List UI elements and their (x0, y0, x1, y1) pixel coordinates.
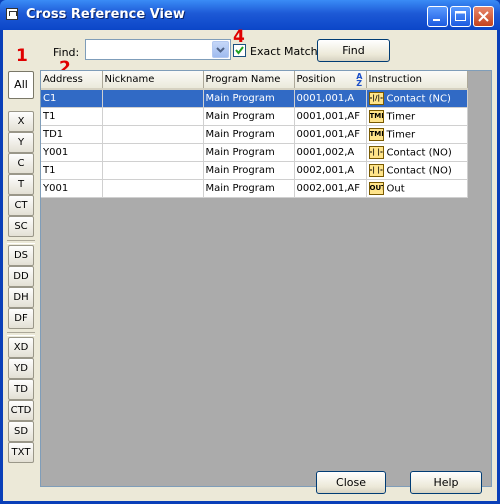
dialog-body: 1 2 3 4 Find: Exact Match Find All X Y C… (3, 27, 497, 501)
nickname-cell (102, 161, 204, 180)
sidebar-divider (7, 332, 35, 336)
title-bar[interactable]: Cross Reference View (0, 0, 500, 30)
find-label: Find: (53, 46, 80, 59)
table-row[interactable]: Y001 Main Program0002,001,AFOUTOut (41, 179, 468, 198)
address-cell: Y001 (41, 143, 103, 162)
maximize-icon (455, 11, 466, 21)
instruction-label: Contact (NO) (386, 147, 452, 159)
position-cell: 0001,001,AF (294, 125, 367, 144)
checkmark-icon (235, 46, 244, 55)
results-table: Address Nickname Program Name Position A… (41, 71, 468, 198)
instruction-cell: -|/|- Contact (NC) (366, 89, 468, 108)
exact-match-label[interactable]: Exact Match (250, 45, 318, 58)
program-name-cell: Main Program (203, 179, 295, 198)
minimize-icon (433, 19, 440, 21)
close-window-button[interactable] (473, 6, 494, 27)
column-header-address[interactable]: Address (41, 71, 103, 90)
program-name-cell: Main Program (203, 89, 295, 108)
column-header-nickname[interactable]: Nickname (102, 71, 204, 90)
address-cell: Y001 (41, 179, 103, 198)
sort-az-icon: AZ (356, 72, 363, 88)
table-row[interactable]: C1 Main Program 0001,001,A -|/|- Contact (NC… (41, 89, 468, 108)
address-cell: C1 (41, 89, 103, 108)
timer-icon: TMR (368, 128, 384, 141)
address-cell: TD1 (41, 125, 103, 144)
timer-icon: TMR (368, 110, 384, 123)
table-row[interactable]: T1 Main Program0001,001,AFTMRTimer (41, 107, 468, 126)
address-cell: T1 (41, 107, 103, 126)
nickname-cell (102, 179, 204, 198)
find-input[interactable] (85, 39, 231, 60)
filter-dd-button[interactable]: DD (8, 266, 34, 287)
contact-nc-icon: -|/|- (368, 92, 384, 105)
filter-df-button[interactable]: DF (8, 308, 34, 329)
filter-sc-button[interactable]: SC (8, 216, 34, 237)
position-cell: 0002,001,A (294, 161, 367, 180)
filter-all-button[interactable]: All (8, 71, 34, 99)
filter-y-button[interactable]: Y (8, 132, 34, 153)
table-row[interactable]: T1 Main Program 0002,001,A -| |- Contact (NO… (41, 161, 468, 180)
table-row[interactable]: Y001 Main Program 0001,002,A -| |- Contact (… (41, 143, 468, 162)
nickname-cell (102, 125, 204, 144)
instruction-label: Timer (386, 129, 416, 141)
close-icon (478, 11, 489, 22)
nickname-cell (102, 89, 204, 108)
filter-x-button[interactable]: X (8, 111, 34, 132)
instruction-label: Out (386, 183, 405, 195)
sidebar-divider (7, 240, 35, 244)
filter-ds-button[interactable]: DS (8, 245, 34, 266)
filter-yd-button[interactable]: YD (8, 358, 34, 379)
window-icon (6, 8, 18, 20)
exact-match-checkbox[interactable] (233, 44, 246, 57)
table-header-row: Address Nickname Program Name Position A… (41, 71, 468, 90)
cross-reference-window: Cross Reference View 1 2 3 4 Find: Exact… (0, 0, 500, 504)
instruction-label: Timer (386, 111, 416, 123)
out-icon: OUT (368, 182, 384, 195)
find-dropdown-button[interactable] (212, 41, 229, 58)
instruction-cell: OUTOut (366, 179, 468, 198)
filter-xd-button[interactable]: XD (8, 337, 34, 358)
position-cell: 0001,002,A (294, 143, 367, 162)
help-button[interactable]: Help (410, 471, 482, 494)
maximize-button[interactable] (450, 6, 471, 27)
filter-ct-button[interactable]: CT (8, 195, 34, 216)
find-button[interactable]: Find (317, 39, 390, 62)
position-cell: 0001,001,A (294, 89, 367, 108)
instruction-label: Contact (NO) (386, 165, 452, 177)
program-name-cell: Main Program (203, 143, 295, 162)
close-button[interactable]: Close (316, 471, 386, 494)
position-cell: 0002,001,AF (294, 179, 367, 198)
instruction-cell: TMRTimer (366, 107, 468, 126)
chevron-down-icon (216, 47, 225, 53)
contact-no-icon: -| |- (368, 146, 384, 159)
program-name-cell: Main Program (203, 125, 295, 144)
filter-sd-button[interactable]: SD (8, 421, 34, 442)
instruction-cell: -| |- Contact (NO) (366, 161, 468, 180)
nickname-cell (102, 143, 204, 162)
contact-no-icon: -| |- (368, 164, 384, 177)
column-header-instruction[interactable]: Instruction (366, 71, 468, 90)
filter-c-button[interactable]: C (8, 153, 34, 174)
annotation-1: 1 (16, 46, 28, 66)
column-header-position[interactable]: Position AZ (294, 71, 367, 90)
column-header-program-name[interactable]: Program Name (203, 71, 295, 90)
program-name-cell: Main Program (203, 161, 295, 180)
nickname-cell (102, 107, 204, 126)
filter-ctd-button[interactable]: CTD (8, 400, 34, 421)
instruction-cell: -| |- Contact (NO) (366, 143, 468, 162)
filter-td-button[interactable]: TD (8, 379, 34, 400)
instruction-label: Contact (NC) (386, 93, 451, 105)
column-header-position-label: Position (296, 74, 336, 85)
address-cell: T1 (41, 161, 103, 180)
minimize-button[interactable] (427, 6, 448, 27)
table-row[interactable]: TD1 Main Program0001,001,AFTMRTimer (41, 125, 468, 144)
position-cell: 0001,001,AF (294, 107, 367, 126)
filter-t-button[interactable]: T (8, 174, 34, 195)
window-title: Cross Reference View (26, 7, 185, 22)
instruction-cell: TMRTimer (366, 125, 468, 144)
program-name-cell: Main Program (203, 107, 295, 126)
cross-reference-table[interactable]: Address Nickname Program Name Position A… (40, 70, 492, 487)
filter-txt-button[interactable]: TXT (8, 442, 34, 463)
filter-dh-button[interactable]: DH (8, 287, 34, 308)
